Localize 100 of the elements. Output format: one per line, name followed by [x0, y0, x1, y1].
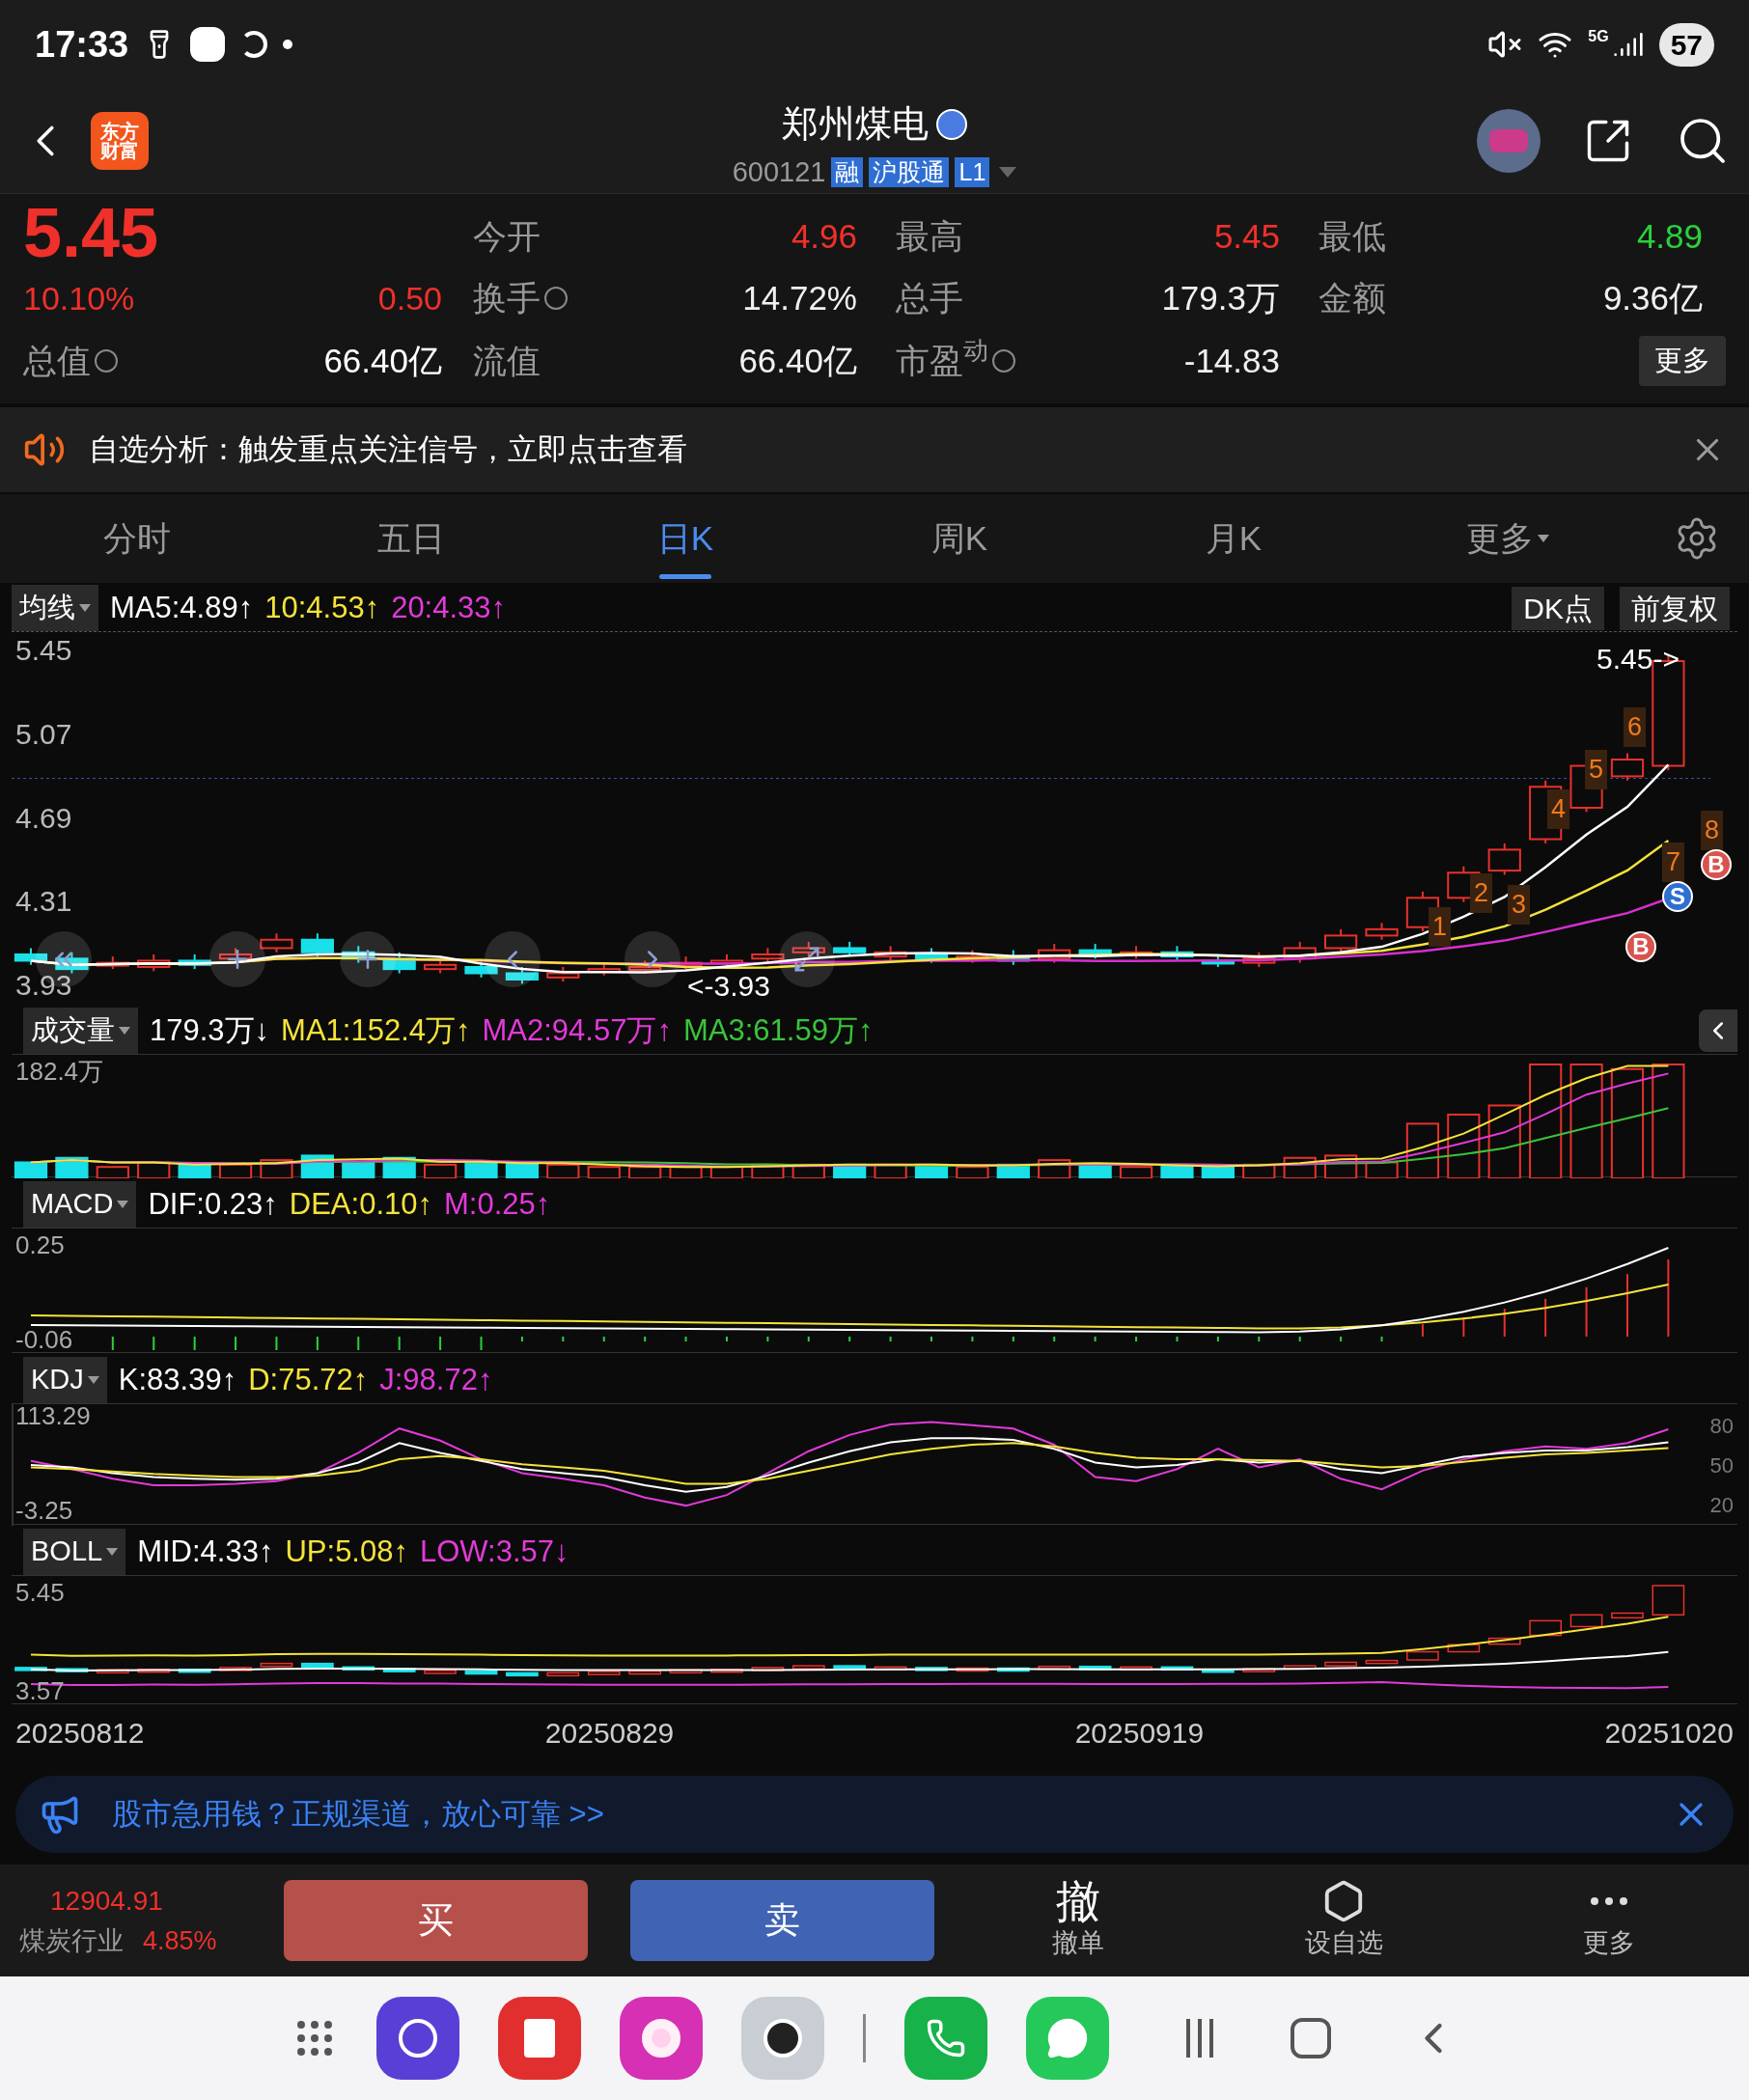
axis-label: 50	[1709, 1455, 1734, 1477]
sell-button[interactable]: 卖	[630, 1880, 934, 1961]
stock-name: 郑州煤电	[782, 102, 929, 146]
axis-label: 113.29	[15, 1404, 91, 1430]
industry-name: 煤炭行业	[19, 1924, 124, 1957]
field-value: 9.36亿	[1602, 278, 1703, 319]
stock-code: 600121	[732, 155, 826, 189]
field-label: 市盈$^{动}$	[896, 335, 988, 381]
indicator-value: MID:4.33↑	[137, 1533, 274, 1570]
axis-label: 182.4万	[15, 1059, 104, 1084]
signal-number-marker: 5	[1585, 750, 1608, 789]
change-percent: 10.10%	[23, 279, 135, 318]
indicator-value: MA5:4.89↑	[110, 589, 254, 626]
date-label: 20250812	[15, 1715, 145, 1751]
toolbar-action[interactable]: 撤 撤单	[958, 1878, 1200, 1963]
field-value: 66.40亿	[738, 340, 857, 381]
field-value: 5.45	[1213, 215, 1280, 257]
change-amount: 0.50	[377, 279, 442, 318]
price-axis-label: 5.07	[15, 719, 72, 749]
field-label: 最高	[896, 215, 963, 257]
buy-button[interactable]: 买	[284, 1880, 588, 1961]
app-logo: 东方 财富	[91, 112, 149, 170]
axis-label: 3.57	[15, 1678, 65, 1703]
more-button[interactable]: 更多	[1639, 336, 1726, 386]
chart-tab[interactable]: 日K	[548, 494, 822, 583]
indicator-value: 20:4.33↑	[391, 589, 507, 626]
date-label: 20250919	[1074, 1715, 1205, 1751]
signal-number-marker: 8	[1701, 811, 1724, 850]
industry-change: 4.85%	[143, 1924, 217, 1957]
field-label: 总值	[23, 340, 91, 381]
indicator-selector[interactable]: BOLL	[23, 1529, 126, 1575]
price-axis-label: 4.31	[15, 887, 72, 917]
toolbar-action[interactable]: 设自选	[1222, 1878, 1465, 1963]
indicator-value: 179.3万↓	[150, 1011, 270, 1049]
stock-tag: L1	[955, 157, 990, 188]
field-label: 今开	[473, 215, 541, 257]
current-price: 5.45	[23, 198, 160, 268]
network-type: 5G	[1588, 27, 1609, 46]
indicator-value: DIF:0.23↑	[148, 1185, 278, 1223]
field-value: 4.96	[791, 215, 857, 257]
price-axis-label: 3.93	[15, 971, 72, 1000]
buy-signal-marker: B	[1701, 849, 1732, 880]
sell-signal-marker: S	[1662, 881, 1693, 912]
chart-option-button[interactable]: DK点	[1512, 586, 1604, 630]
buy-signal-marker: B	[1625, 931, 1656, 962]
axis-label: -3.25	[15, 1495, 73, 1525]
chart-tab[interactable]: 更多	[1371, 494, 1645, 583]
field-label: 流值	[473, 340, 541, 381]
axis-label: 5.45	[15, 1580, 65, 1605]
date-label: 20250829	[544, 1715, 675, 1751]
axis-label: 80	[1709, 1416, 1734, 1437]
indicator-value: MA1:152.4万↑	[281, 1011, 471, 1049]
indicator-value: UP:5.08↑	[285, 1533, 408, 1570]
field-label: 金额	[1319, 278, 1386, 319]
clock-time: 17:33	[35, 22, 129, 67]
stock-tag: 融	[831, 157, 864, 188]
chart-tab[interactable]: 分时	[0, 494, 274, 583]
chart-option-button[interactable]: 前复权	[1620, 586, 1730, 630]
stock-tag: 沪股通	[869, 157, 950, 188]
low-price-label: <-3.93	[687, 969, 770, 1004]
indicator-value: DEA:0.10↑	[289, 1185, 432, 1223]
field-value: 179.3万	[1161, 278, 1280, 319]
axis-label: 20	[1709, 1495, 1734, 1516]
chart-tab[interactable]: 周K	[822, 494, 1097, 583]
high-price-label: 5.45->	[1596, 642, 1680, 677]
chart-tab[interactable]: 五日	[274, 494, 548, 583]
indicator-value: LOW:3.57↓	[419, 1533, 569, 1570]
index-value: 12904.91	[50, 1884, 164, 1918]
indicator-selector[interactable]: 成交量	[23, 1008, 138, 1054]
indicator-value: J:98.72↑	[379, 1361, 493, 1398]
signal-number-marker: 6	[1624, 707, 1647, 747]
field-label: 最低	[1319, 215, 1386, 257]
indicator-value: 10:4.53↑	[264, 589, 380, 626]
date-label: 20251020	[1604, 1715, 1734, 1751]
indicator-value: K:83.39↑	[118, 1361, 237, 1398]
indicator-value: MA2:94.57万↑	[482, 1011, 672, 1049]
indicator-value: M:0.25↑	[444, 1185, 551, 1223]
indicator-selector[interactable]: 均线	[12, 585, 98, 631]
battery-level: 57	[1658, 22, 1714, 67]
field-value: 66.40亿	[323, 340, 442, 381]
axis-label: -0.06	[15, 1327, 73, 1352]
axis-label: 0.25	[15, 1232, 66, 1257]
field-label: 换手	[473, 278, 541, 319]
indicator-selector[interactable]: KDJ	[23, 1357, 107, 1403]
field-value: -14.83	[1183, 340, 1280, 381]
field-value: 14.72%	[742, 278, 857, 319]
signal-number-marker: 1	[1429, 907, 1452, 947]
price-axis-label: 5.45	[15, 636, 72, 665]
indicator-selector[interactable]: MACD	[23, 1181, 137, 1228]
field-label: 总手	[896, 278, 963, 319]
indicator-value: D:75.72↑	[248, 1361, 369, 1398]
toolbar-action[interactable]: 更多	[1487, 1878, 1730, 1963]
signal-number-marker: 2	[1470, 873, 1493, 913]
chart-tab[interactable]: 月K	[1097, 494, 1371, 583]
field-value: 4.89	[1636, 215, 1703, 257]
indicator-value: MA3:61.59万↑	[682, 1011, 874, 1049]
signal-number-marker: 3	[1508, 885, 1531, 925]
price-axis-label: 4.69	[15, 803, 72, 833]
signal-number-marker: 7	[1662, 843, 1685, 882]
signal-number-marker: 4	[1547, 789, 1570, 829]
